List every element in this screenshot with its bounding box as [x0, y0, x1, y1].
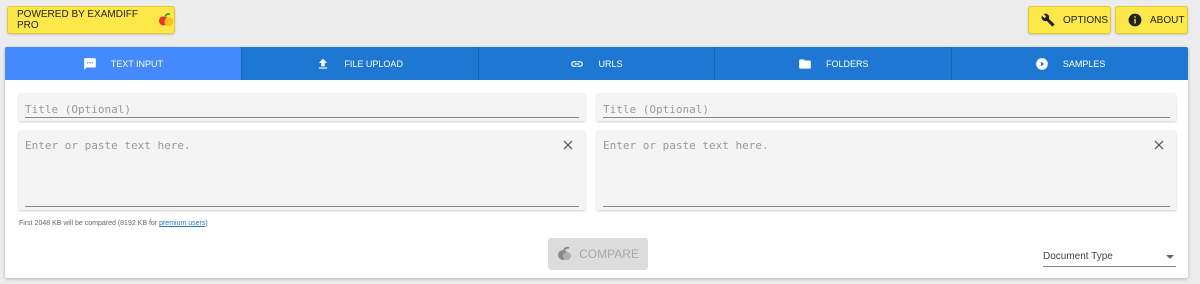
play-circle-icon: [1035, 57, 1048, 70]
about-button[interactable]: ABOUT: [1115, 6, 1188, 34]
tab-label: FOLDERS: [826, 58, 869, 69]
folder-icon: [799, 58, 811, 69]
right-title-field: [597, 93, 1176, 121]
powered-by-label: POWERED BY EXAMDIFF PRO: [17, 9, 138, 31]
close-icon[interactable]: [561, 138, 575, 152]
underline: [603, 117, 1170, 118]
tab-folders[interactable]: FOLDERS: [715, 47, 953, 80]
right-title-input[interactable]: [603, 103, 1170, 116]
note-suffix: ): [205, 220, 208, 227]
close-icon[interactable]: [1152, 138, 1166, 152]
tab-label: TEXT INPUT: [110, 58, 164, 69]
underline: [603, 206, 1170, 207]
size-limit-note: First 2048 KB will be compared (8192 KB …: [19, 220, 208, 227]
tab-label: SAMPLES: [1062, 58, 1106, 69]
note-prefix: First 2048 KB will be compared (8192 KB …: [19, 220, 160, 227]
left-title-field: [19, 93, 585, 121]
left-title-input[interactable]: [25, 103, 579, 116]
fruit-logo-icon: [158, 13, 174, 27]
tab-samples[interactable]: SAMPLES: [952, 47, 1188, 80]
wrench-icon: [1041, 13, 1055, 27]
compare-button[interactable]: COMPARE: [548, 238, 648, 270]
left-text-area[interactable]: [25, 139, 579, 178]
tab-urls[interactable]: URLS: [479, 47, 716, 80]
underline: [25, 206, 579, 207]
powered-by-examdiff-button[interactable]: POWERED BY EXAMDIFF PRO: [7, 6, 175, 34]
document-type-select[interactable]: Document Type: [1043, 247, 1176, 267]
about-label: ABOUT: [1150, 14, 1185, 26]
options-label: OPTIONS: [1063, 14, 1109, 26]
dropdown-caret-icon: [1166, 254, 1174, 259]
compare-label: COMPARE: [579, 247, 639, 261]
right-text-area[interactable]: [603, 139, 1170, 178]
tab-label: URLS: [598, 58, 623, 69]
options-button[interactable]: OPTIONS: [1028, 6, 1111, 34]
upload-icon: [319, 58, 328, 69]
fruit-compare-icon: [558, 247, 572, 260]
tab-label: FILE UPLOAD: [344, 58, 403, 69]
main-panel: TEXT INPUT FILE UPLOAD URLS FOLDERS SAMP…: [5, 47, 1188, 278]
tab-text-input[interactable]: TEXT INPUT: [5, 47, 242, 80]
document-type-label: Document Type: [1043, 251, 1113, 262]
text-input-icon: [83, 57, 96, 70]
tab-file-upload[interactable]: FILE UPLOAD: [242, 47, 479, 80]
left-text-field: [19, 130, 585, 210]
info-icon: [1128, 13, 1142, 27]
link-icon: [571, 60, 584, 67]
right-text-field: [597, 130, 1176, 210]
tab-bar: TEXT INPUT FILE UPLOAD URLS FOLDERS SAMP…: [5, 47, 1188, 80]
underline: [25, 117, 579, 118]
premium-users-link[interactable]: premium users: [159, 220, 205, 227]
